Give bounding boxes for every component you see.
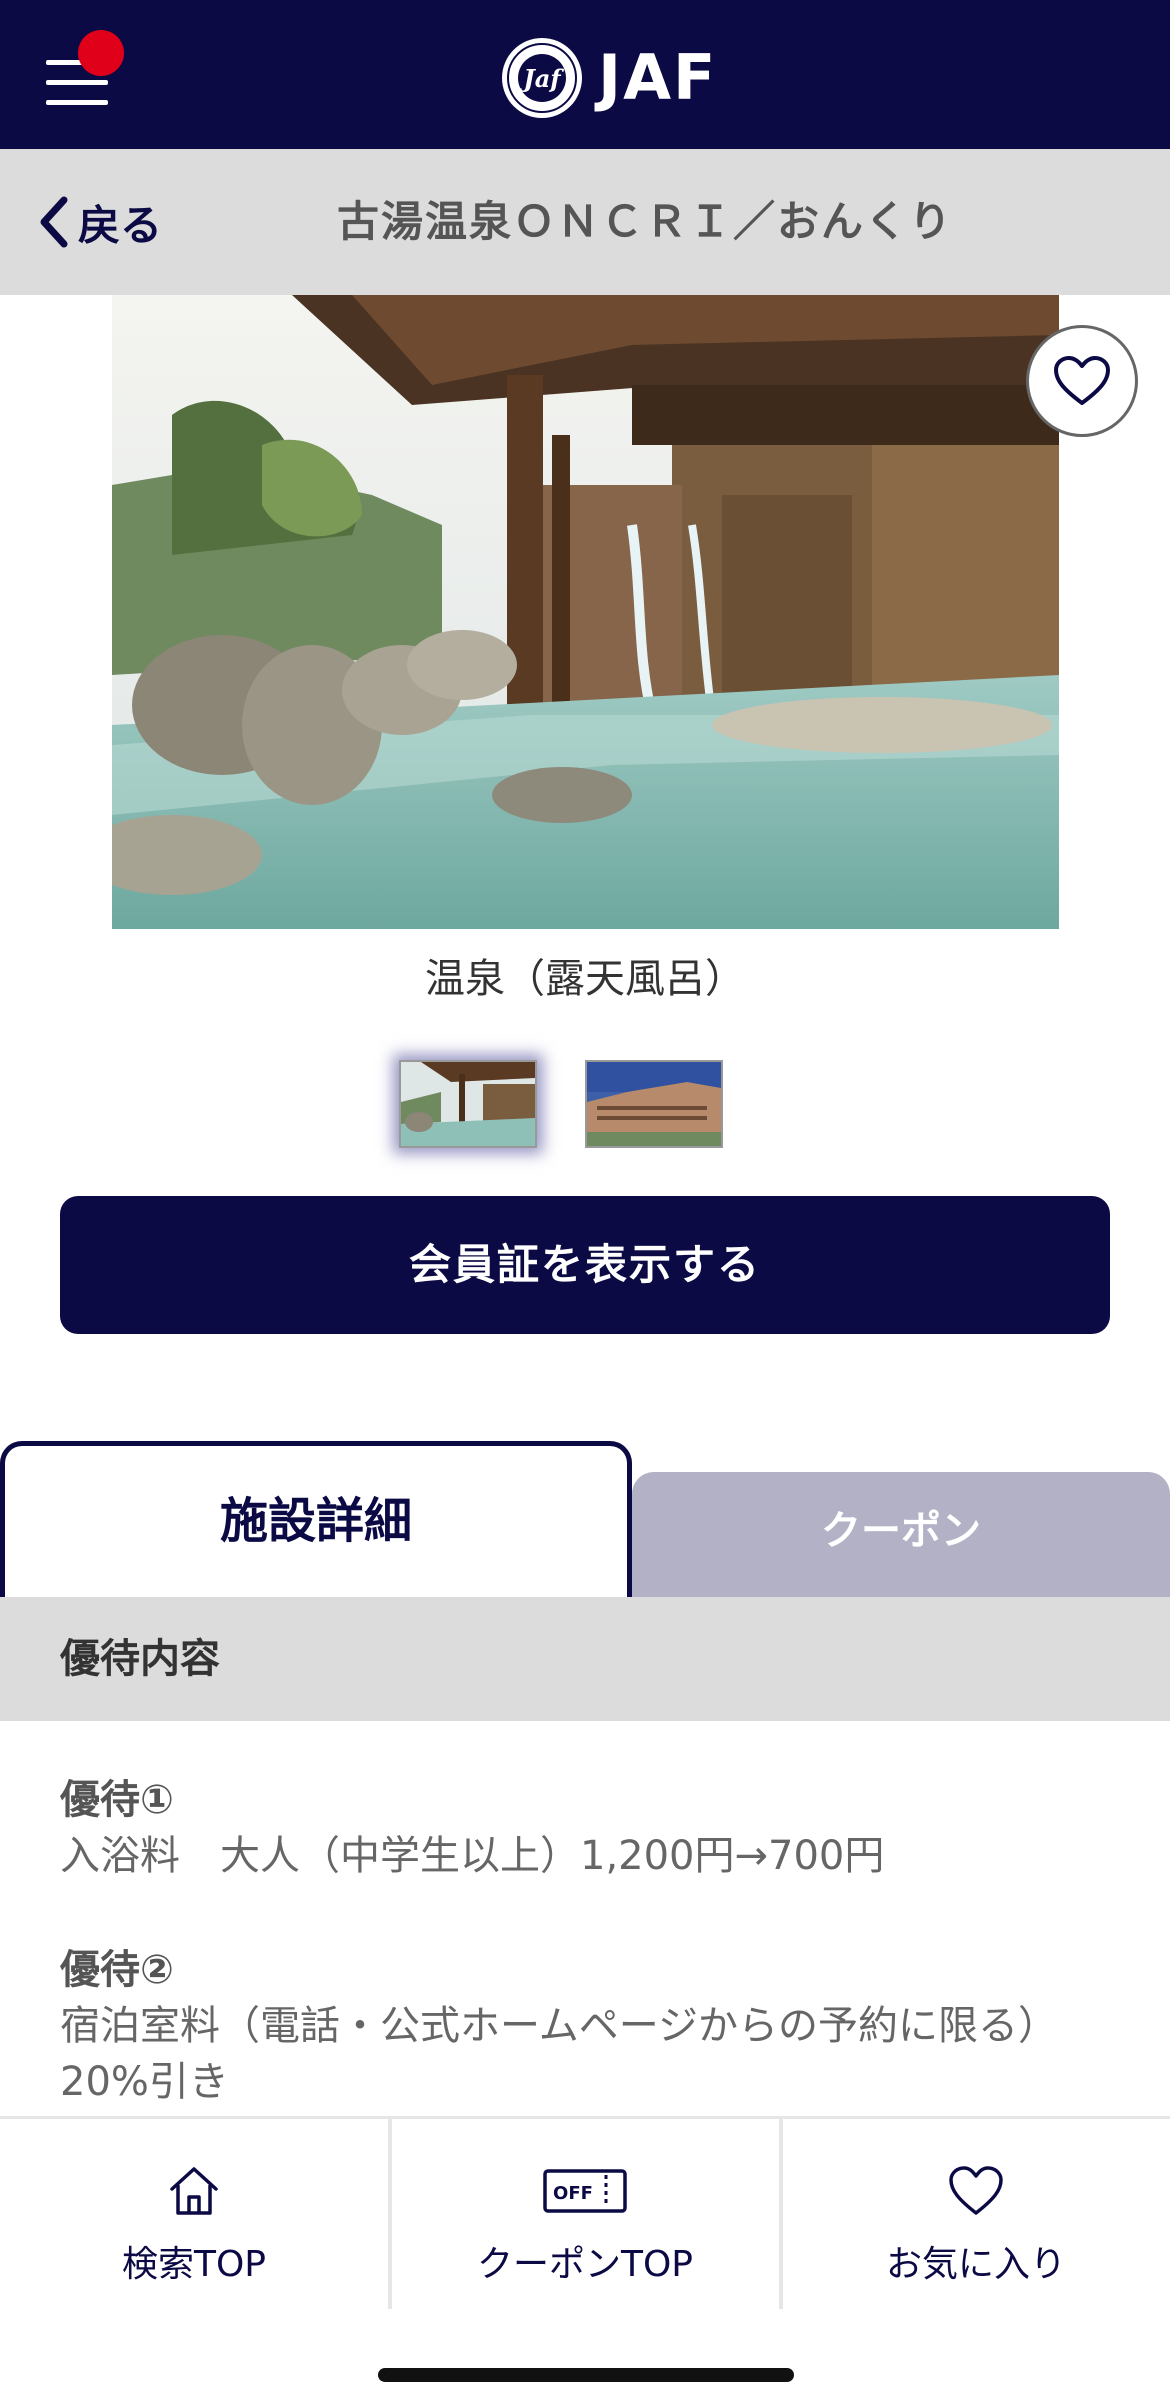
- jaf-emblem-icon: Jaf: [502, 38, 582, 118]
- brand-wordmark: JAF: [598, 41, 718, 114]
- heart-icon: [1054, 356, 1110, 405]
- thumbnail-image: [587, 1062, 721, 1146]
- thumbnail-open-air-bath[interactable]: [399, 1060, 537, 1148]
- thumbnail-image: [401, 1062, 535, 1146]
- home-indicator[interactable]: [378, 2368, 794, 2382]
- onsen-photo-image: [112, 295, 1059, 929]
- section-title: 優待内容: [60, 1636, 220, 1682]
- nav-favorites[interactable]: お気に入り: [782, 2119, 1170, 2309]
- tab-facility-details[interactable]: 施設詳細: [0, 1441, 632, 1597]
- perk-text: 入浴料 大人（中学生以上）1,200円→700円: [60, 1833, 885, 1879]
- show-member-card-button[interactable]: 会員証を表示する: [60, 1196, 1110, 1334]
- nav-coupon-top[interactable]: OFF クーポンTOP: [391, 2119, 779, 2309]
- notification-badge: [78, 30, 124, 76]
- tab-coupon[interactable]: クーポン: [632, 1472, 1170, 1597]
- perk-item: 優待② 宿泊室料（電話・公式ホームページからの予約に限る）20%引き: [60, 1942, 1140, 2110]
- jaf-logo: Jaf JAF: [500, 38, 717, 118]
- perk-heading: 優待②: [60, 1947, 174, 1993]
- nav-label: クーポンTOP: [476, 2244, 694, 2285]
- perk-text: 宿泊室料（電話・公式ホームページからの予約に限る）20%引き: [60, 2003, 1058, 2105]
- photo-caption: 温泉（露天風呂）: [425, 956, 745, 1002]
- thumbnail-hotel-building[interactable]: [585, 1060, 723, 1148]
- menu-bar: [46, 80, 108, 85]
- menu-bar: [46, 100, 108, 105]
- back-label: 戻る: [78, 200, 163, 250]
- favorite-button[interactable]: [1026, 325, 1138, 437]
- back-button[interactable]: 戻る: [36, 189, 162, 255]
- sub-header: 戻る 古湯温泉ＯＮＣＲＩ／おんくり: [0, 149, 1170, 295]
- nav-label: 検索TOP: [121, 2244, 267, 2285]
- nav-search-top[interactable]: 検索TOP: [0, 2119, 388, 2309]
- section-header: 優待内容: [0, 1597, 1170, 1721]
- heart-icon: [949, 2166, 1003, 2215]
- nav-label: お気に入り: [885, 2244, 1066, 2285]
- perk-heading: 優待①: [60, 1777, 174, 1823]
- svg-text:OFF: OFF: [553, 2183, 593, 2204]
- svg-text:Jaf: Jaf: [519, 64, 564, 93]
- main-photo[interactable]: [112, 295, 1059, 929]
- page-title: 古湯温泉ＯＮＣＲＩ／おんくり: [336, 197, 953, 246]
- chevron-left-icon: [40, 196, 68, 248]
- app-header: Jaf JAF: [0, 0, 1170, 149]
- home-icon: [170, 2167, 218, 2215]
- bottom-navigation: 検索TOP OFF クーポンTOP お気に入り: [0, 2116, 1170, 2309]
- perk-item: 優待① 入浴料 大人（中学生以上）1,200円→700円: [60, 1772, 1140, 1884]
- coupon-off-icon: OFF: [543, 2169, 627, 2213]
